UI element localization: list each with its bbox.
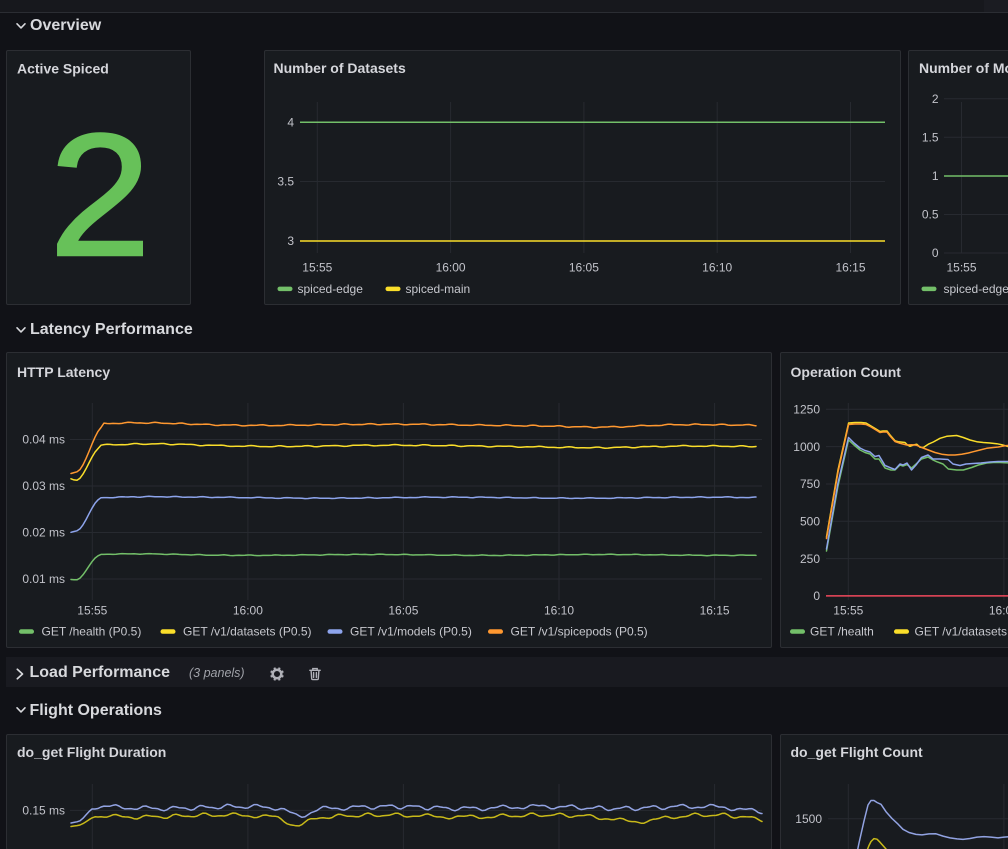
svg-text:1250: 1250 bbox=[793, 403, 820, 417]
svg-text:16:15: 16:15 bbox=[835, 261, 865, 275]
svg-text:16:00: 16:00 bbox=[436, 261, 466, 275]
svg-text:GET /v1/spicepods (P0.5): GET /v1/spicepods (P0.5) bbox=[511, 625, 648, 639]
svg-text:500: 500 bbox=[800, 515, 820, 529]
svg-text:Operation Count: Operation Count bbox=[791, 364, 902, 380]
svg-text:0.04 ms: 0.04 ms bbox=[22, 433, 65, 447]
svg-text:1000: 1000 bbox=[793, 440, 820, 454]
svg-text:16:00: 16:00 bbox=[989, 604, 1008, 618]
svg-text:15:55: 15:55 bbox=[302, 261, 332, 275]
svg-text:16:00: 16:00 bbox=[233, 604, 263, 618]
svg-text:0.5: 0.5 bbox=[922, 208, 939, 222]
svg-text:GET /v1/datasets: GET /v1/datasets bbox=[915, 625, 1008, 639]
svg-text:spiced-main: spiced-main bbox=[406, 282, 471, 296]
svg-text:spiced-edge: spiced-edge bbox=[944, 282, 1008, 296]
svg-text:4: 4 bbox=[287, 116, 294, 130]
svg-text:0.02 ms: 0.02 ms bbox=[22, 526, 65, 540]
svg-text:3: 3 bbox=[287, 234, 294, 248]
svg-text:0: 0 bbox=[932, 246, 939, 260]
svg-text:GET /health: GET /health bbox=[810, 625, 874, 639]
svg-text:Number of Datasets: Number of Datasets bbox=[274, 60, 406, 76]
svg-text:750: 750 bbox=[800, 477, 820, 491]
svg-text:0: 0 bbox=[813, 589, 820, 603]
svg-text:spiced-edge: spiced-edge bbox=[298, 282, 364, 296]
svg-text:0.15 ms: 0.15 ms bbox=[22, 804, 65, 818]
svg-text:do_get Flight Duration: do_get Flight Duration bbox=[17, 744, 166, 760]
svg-text:1: 1 bbox=[932, 169, 939, 183]
svg-text:GET /v1/datasets (P0.5): GET /v1/datasets (P0.5) bbox=[183, 625, 312, 639]
svg-text:15:55: 15:55 bbox=[833, 604, 863, 618]
svg-text:16:05: 16:05 bbox=[388, 604, 418, 618]
svg-text:1.5: 1.5 bbox=[922, 131, 939, 145]
svg-text:15:55: 15:55 bbox=[77, 604, 107, 618]
svg-text:do_get Flight Count: do_get Flight Count bbox=[791, 744, 924, 760]
svg-text:0.03 ms: 0.03 ms bbox=[22, 479, 65, 493]
svg-text:0.01 ms: 0.01 ms bbox=[22, 572, 65, 586]
svg-text:16:10: 16:10 bbox=[544, 604, 574, 618]
svg-text:1500: 1500 bbox=[795, 812, 822, 826]
svg-text:16:10: 16:10 bbox=[702, 261, 732, 275]
svg-text:250: 250 bbox=[800, 552, 820, 566]
svg-text:Active Spiced: Active Spiced bbox=[17, 61, 109, 77]
svg-text:2: 2 bbox=[932, 92, 939, 106]
svg-text:3.5: 3.5 bbox=[277, 175, 294, 189]
svg-text:HTTP Latency: HTTP Latency bbox=[17, 364, 110, 380]
svg-text:GET /health (P0.5): GET /health (P0.5) bbox=[42, 625, 142, 639]
svg-text:Number of Models: Number of Models bbox=[919, 60, 1008, 76]
svg-text:2: 2 bbox=[49, 97, 151, 292]
svg-text:16:05: 16:05 bbox=[569, 261, 599, 275]
svg-text:GET /v1/models (P0.5): GET /v1/models (P0.5) bbox=[350, 625, 472, 639]
svg-text:15:55: 15:55 bbox=[946, 261, 976, 275]
svg-text:16:15: 16:15 bbox=[700, 604, 730, 618]
